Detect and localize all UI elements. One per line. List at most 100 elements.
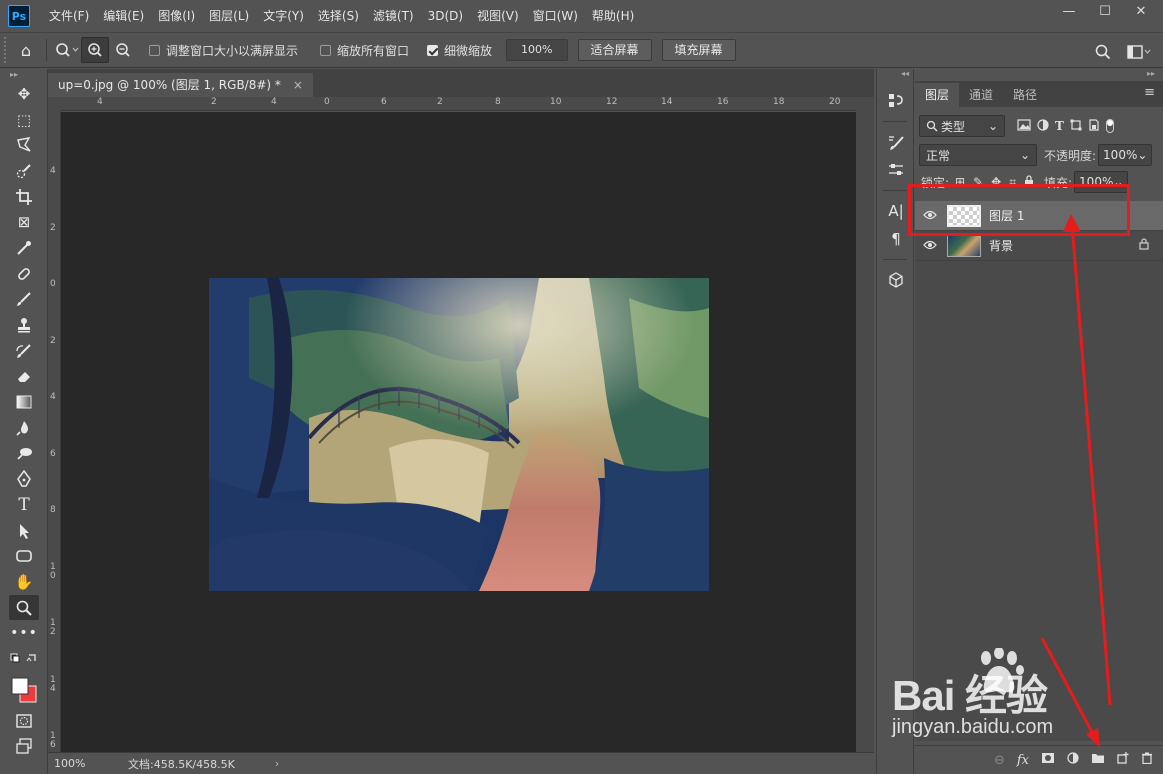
color-swatches[interactable] — [0, 672, 48, 708]
tab-channels[interactable]: 通道 — [959, 83, 1003, 107]
opacity-field[interactable]: 100% ⌄ — [1098, 144, 1153, 166]
menu-file[interactable]: 文件(F) — [42, 0, 96, 32]
crop-tool-icon[interactable] — [0, 184, 48, 210]
menu-window[interactable]: 窗口(W) — [526, 0, 585, 32]
ruler-label: 1 0 — [50, 562, 56, 581]
vertical-scrollbar[interactable] — [856, 97, 874, 752]
filter-kind-select[interactable]: 类型 ⌄ — [919, 115, 1005, 137]
filter-search-icon: 类型 — [926, 118, 965, 135]
zoom-tool-icon[interactable] — [9, 594, 39, 621]
zoom-value-field[interactable]: 100% — [506, 39, 568, 61]
rectangle-tool-icon[interactable] — [0, 543, 48, 569]
menu-type[interactable]: 文字(Y) — [256, 0, 311, 32]
forest-photo[interactable] — [209, 278, 709, 591]
tab-layers[interactable]: 图层 — [915, 83, 960, 107]
add-mask-icon[interactable] — [1041, 752, 1055, 768]
dodge-tool-icon[interactable] — [0, 441, 48, 467]
eyedropper-tool-icon[interactable] — [0, 235, 48, 261]
3d-panel-icon[interactable] — [877, 266, 915, 294]
lock-icon[interactable] — [1139, 238, 1149, 253]
delete-layer-icon[interactable] — [1141, 752, 1153, 768]
panel-tabs: 图层 通道 路径 ≡ — [915, 81, 1163, 107]
type-filter-icon[interactable]: T — [1055, 119, 1064, 134]
menu-edit[interactable]: 编辑(E) — [96, 0, 151, 32]
more-tools-icon[interactable]: ••• — [0, 620, 48, 646]
ruler-origin[interactable] — [48, 97, 61, 111]
layer-style-icon[interactable]: fx — [1017, 753, 1029, 768]
marquee-tool-icon[interactable]: ⬚ — [0, 107, 48, 133]
status-zoom[interactable]: 100% — [48, 757, 128, 770]
link-layers-icon[interactable]: ⊖ — [994, 753, 1005, 768]
zoom-tool-preset-icon[interactable] — [53, 37, 81, 63]
brush-tool-icon[interactable] — [0, 287, 48, 313]
menu-3d[interactable]: 3D(D) — [421, 0, 470, 32]
hand-tool-icon[interactable]: ✋ — [0, 569, 48, 595]
close-button[interactable]: ✕ — [1123, 0, 1159, 22]
minimize-button[interactable]: — — [1051, 0, 1087, 22]
dock-collapse-icon[interactable]: ◂◂ — [877, 69, 913, 81]
menu-filter[interactable]: 滤镜(T) — [366, 0, 421, 32]
ruler-label: 8 — [495, 97, 501, 107]
maximize-button[interactable]: ☐ — [1087, 0, 1123, 22]
brush-settings-panel-icon[interactable] — [877, 128, 915, 156]
ruler-label: 1 4 — [50, 675, 56, 694]
options-grip[interactable] — [4, 37, 12, 63]
type-tool-icon[interactable]: T — [0, 492, 48, 518]
fit-screen-button[interactable]: 适合屏幕 — [577, 39, 652, 61]
ruler-label: 8 — [50, 505, 56, 515]
history-brush-tool-icon[interactable] — [0, 338, 48, 364]
clone-stamp-tool-icon[interactable] — [0, 312, 48, 338]
frame-tool-icon[interactable]: ⊠ — [0, 209, 48, 235]
document-close-icon[interactable]: × — [293, 78, 303, 92]
fill-screen-button[interactable]: 填充屏幕 — [661, 39, 736, 61]
horizontal-ruler[interactable]: 4 2 0 2 4 6 8 10 12 14 16 18 20 — [61, 97, 856, 111]
toolbar-collapse-icon[interactable]: ▸▸ — [0, 69, 47, 81]
quick-selection-tool-icon[interactable] — [0, 158, 48, 184]
panel-collapse-icon[interactable]: ▸▸ — [915, 69, 1163, 81]
resize-windows-checkbox[interactable]: 调整窗口大小以满屏显示 — [149, 42, 298, 59]
document-tab[interactable]: up=0.jpg @ 100% (图层 1, RGB/8#) * × — [48, 73, 313, 97]
panel-menu-icon[interactable]: ≡ — [1144, 85, 1155, 100]
smart-object-filter-icon[interactable] — [1088, 118, 1100, 134]
new-adjustment-layer-icon[interactable] — [1067, 752, 1079, 768]
filter-toggle[interactable] — [1105, 118, 1114, 133]
blend-mode-select[interactable]: 正常 ⌄ — [919, 144, 1037, 166]
eraser-tool-icon[interactable] — [0, 364, 48, 390]
gradient-tool-icon[interactable] — [0, 389, 48, 415]
menu-view[interactable]: 视图(V) — [470, 0, 526, 32]
tab-paths[interactable]: 路径 — [1003, 83, 1047, 107]
new-layer-icon[interactable] — [1117, 752, 1129, 768]
menu-image[interactable]: 图像(I) — [151, 0, 202, 32]
shape-filter-icon[interactable] — [1070, 119, 1082, 134]
path-selection-tool-icon[interactable] — [0, 518, 48, 544]
blur-tool-icon[interactable] — [0, 415, 48, 441]
healing-brush-tool-icon[interactable] — [0, 261, 48, 287]
pixel-filter-icon[interactable] — [1017, 118, 1031, 134]
eye-icon[interactable] — [915, 239, 945, 253]
zoom-all-checkbox[interactable]: 缩放所有窗口 — [320, 42, 409, 59]
default-colors-icon[interactable] — [0, 646, 48, 672]
search-icon[interactable] — [1089, 39, 1117, 65]
screen-mode-icon[interactable] — [0, 734, 48, 760]
status-menu-arrow[interactable]: › — [275, 757, 279, 770]
pen-tool-icon[interactable] — [0, 466, 48, 492]
home-icon[interactable]: ⌂ — [12, 37, 40, 63]
history-panel-icon[interactable] — [877, 87, 915, 115]
photoshop-logo: Ps — [8, 5, 30, 27]
adjustments-panel-icon[interactable] — [877, 156, 915, 184]
menu-help[interactable]: 帮助(H) — [585, 0, 641, 32]
quick-mask-icon[interactable] — [0, 708, 48, 734]
lasso-tool-icon[interactable] — [0, 132, 48, 158]
menu-select[interactable]: 选择(S) — [311, 0, 366, 32]
vertical-ruler[interactable]: 4 2 0 2 4 6 8 1 0 1 2 1 4 1 6 — [48, 111, 61, 752]
new-group-icon[interactable] — [1091, 752, 1105, 768]
zoom-in-icon[interactable] — [81, 37, 109, 63]
scrubby-zoom-checkbox[interactable]: 细微缩放 — [427, 42, 492, 59]
workspace-icon[interactable] — [1125, 39, 1153, 65]
tools-panel: ▸▸ ✥ ⬚ ⊠ T ✋ ••• — [0, 69, 48, 774]
move-tool-icon[interactable]: ✥ — [0, 81, 48, 107]
adjustment-filter-icon[interactable] — [1037, 118, 1049, 134]
menu-layer[interactable]: 图层(L) — [202, 0, 256, 32]
layer-name[interactable]: 背景 — [989, 237, 1013, 254]
zoom-out-icon[interactable] — [109, 37, 137, 63]
